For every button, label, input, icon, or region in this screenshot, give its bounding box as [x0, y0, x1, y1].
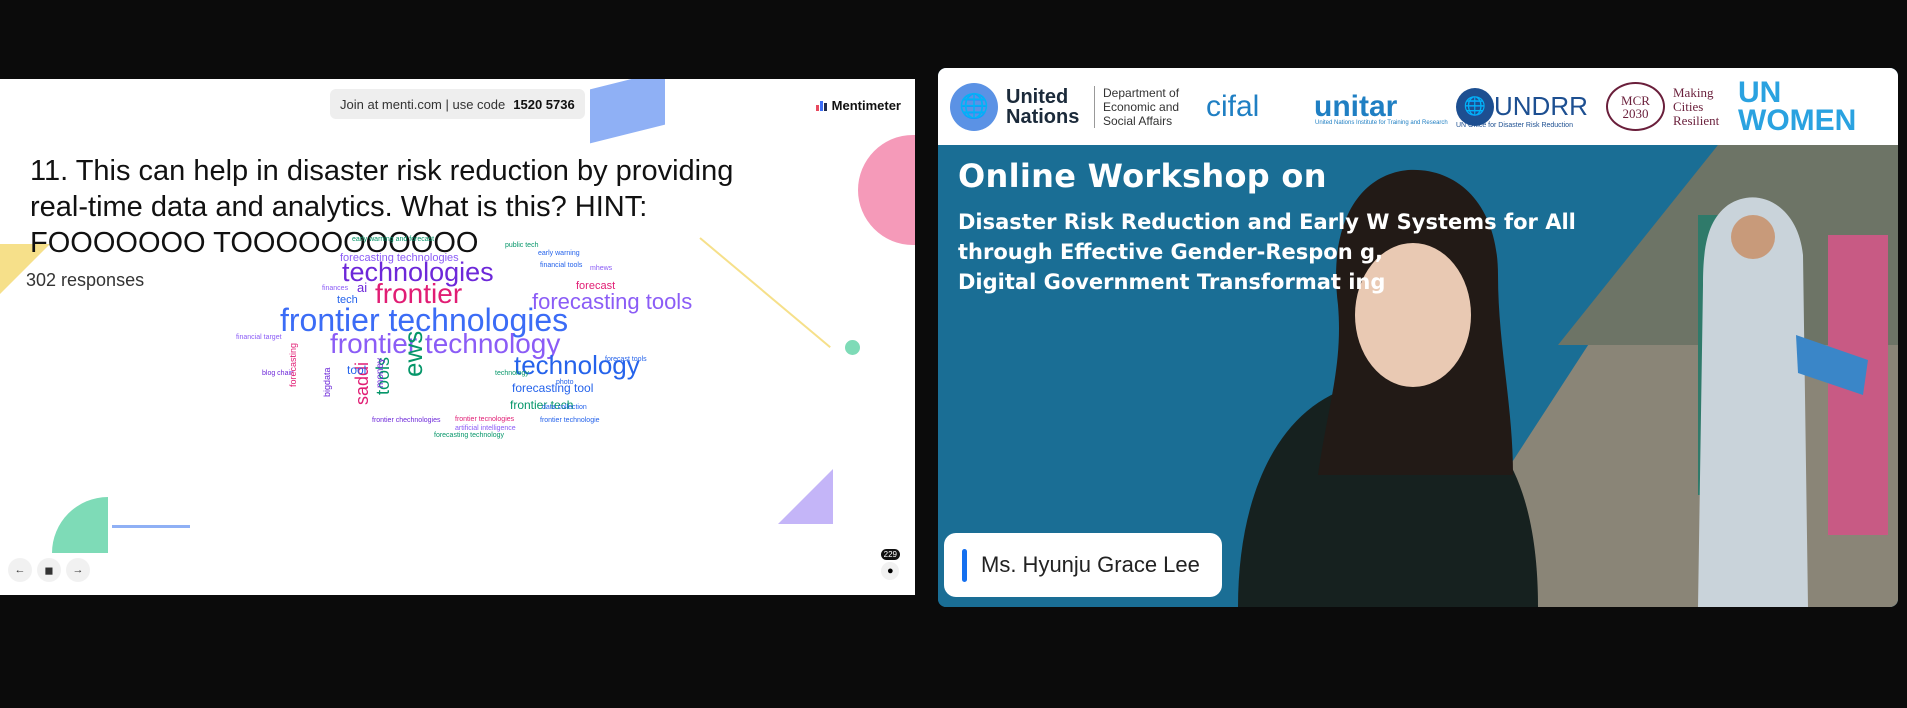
partner-logos-bar: 🌐 United Nations Department of Economic …: [938, 68, 1898, 145]
word-cloud-word: frontier tecnologies: [455, 416, 515, 423]
workshop-line-1: Disaster Risk Reduction and Early W Syst…: [958, 210, 1576, 234]
word-cloud-word: technology: [514, 350, 640, 380]
brand-name: Mentimeter: [831, 98, 901, 113]
speaker-video: 🌐 United Nations Department of Economic …: [938, 68, 1898, 607]
word-cloud-word: artificial intelligence: [455, 425, 516, 432]
word-cloud-word: public tech: [505, 242, 539, 249]
word-cloud-word: mhews: [590, 265, 613, 272]
unitar-logo: unitar United Nations Institute for Trai…: [1314, 68, 1448, 145]
word-cloud-word: forecasting technologies: [340, 252, 459, 264]
word-cloud-word: forecasting: [288, 343, 298, 387]
undrr-logo: 🌐 UNDRR UN Office for Disaster Risk Redu…: [1456, 68, 1588, 145]
next-slide-button[interactable]: →: [66, 558, 90, 582]
mentimeter-brand: Mentimeter: [815, 98, 901, 113]
mcr-badge: MCR 2030: [1606, 82, 1665, 131]
word-cloud-word: frontier: [375, 278, 462, 309]
word-cloud-word: bigdata: [322, 367, 332, 397]
word-cloud-word: photo: [556, 379, 574, 386]
prev-slide-button[interactable]: ←: [8, 558, 32, 582]
person-icon: ●: [881, 562, 900, 580]
word-cloud-word: ews: [398, 331, 428, 377]
unitar-text: unitar: [1314, 89, 1398, 123]
word-cloud-word: technology: [495, 370, 529, 377]
word-cloud-word: money: [375, 358, 386, 388]
name-tag-accent: [962, 548, 967, 582]
word-cloud-word: frontier technologie: [540, 417, 600, 424]
join-text: Join at menti.com | use code: [340, 96, 506, 112]
workshop-line-2: through Effective Gender-Respon g,: [958, 240, 1383, 264]
word-cloud-word: data collection: [542, 404, 587, 411]
word-cloud-word: tool: [347, 363, 366, 377]
undrr-text: UNDRR: [1494, 91, 1588, 121]
decor-blue-parallelogram: [590, 79, 665, 144]
unitar-subtext: United Nations Institute for Training an…: [1315, 120, 1448, 126]
join-code: 1520 5736: [513, 96, 575, 112]
word-cloud: frontier technologiesfrontier technology…: [236, 236, 692, 439]
workshop-subtitle: Disaster Risk Reduction and Early W Syst…: [958, 207, 1576, 297]
word-cloud-word: frontier chechnologies: [372, 417, 441, 424]
workshop-title: Online Workshop on: [958, 157, 1327, 195]
response-count: 302 responses: [26, 270, 145, 290]
participants-indicator[interactable]: 229 ●: [880, 549, 900, 580]
mcr2030-logo: MCR 2030 Making Cities Resilient: [1606, 68, 1719, 145]
word-cloud-word: forecasting technology: [434, 432, 505, 439]
word-cloud-word: forecast: [576, 280, 615, 292]
un-emblem-icon: 🌐: [950, 82, 998, 131]
decor-pink-circle: [858, 135, 915, 245]
mcr-text: Making Cities Resilient: [1673, 84, 1720, 128]
arrow-right-icon: →: [72, 564, 84, 576]
menu-button[interactable]: ◼: [37, 558, 61, 582]
mentimeter-logo-icon: [815, 100, 827, 111]
decor-green-dot: [845, 340, 860, 355]
mcr-badge-text: MCR 2030: [1621, 92, 1650, 121]
menu-icon: ◼: [44, 564, 54, 577]
word-cloud-word: ai: [357, 280, 367, 295]
unwomen-text: UN WOMEN: [1738, 75, 1857, 137]
decor-blue-bar: [112, 525, 190, 528]
arrow-left-icon: ←: [14, 564, 26, 576]
desa-text: Department of Economic and Social Affair…: [1094, 85, 1179, 128]
unwomen-logo: UN WOMEN: [1738, 68, 1856, 145]
speaker-name-tag: Ms. Hyunju Grace Lee: [944, 533, 1222, 597]
workshop-line-3: Digital Government Transformat ing: [958, 270, 1386, 294]
desa-logo: Department of Economic and Social Affair…: [1094, 68, 1179, 145]
undrr-subtext: UN Office for Disaster Risk Reduction: [1456, 122, 1573, 129]
mentimeter-slide: Join at menti.com | use code 1520 5736 M…: [0, 79, 915, 595]
decor-purple-triangle: [778, 469, 833, 524]
word-cloud-word: forecast tools: [605, 356, 647, 363]
cifal-logo: cifal: [1206, 68, 1259, 145]
un-logo: 🌐 United Nations: [950, 68, 1079, 145]
word-cloud-word: financial tools: [540, 262, 583, 269]
join-instructions: Join at menti.com | use code 1520 5736: [330, 89, 585, 119]
decor-green-quarter-circle: [52, 497, 108, 553]
cifal-text: cifal: [1206, 89, 1260, 123]
word-cloud-word: tech: [337, 294, 358, 306]
speaker-name: Ms. Hyunju Grace Lee: [981, 552, 1200, 577]
word-cloud-word: finances: [322, 285, 349, 292]
undrr-emblem-icon: 🌐: [1456, 87, 1494, 126]
participant-count: 229: [880, 549, 900, 560]
word-cloud-word: forecasting tools: [532, 289, 692, 314]
word-cloud-word: forecasting tool: [512, 381, 593, 395]
word-cloud-word: early warning and forecast: [352, 236, 434, 243]
word-cloud-word: financial target: [236, 334, 282, 341]
word-cloud-word: early warning: [538, 250, 580, 257]
un-name: United Nations: [1006, 85, 1080, 128]
